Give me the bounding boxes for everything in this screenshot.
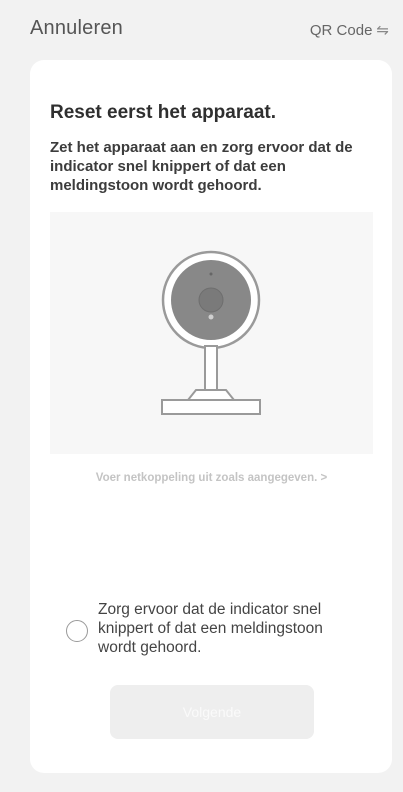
hint-link-text: Voer netkoppeling uit zoals aangegeven.	[95, 472, 318, 484]
device-illustration	[50, 212, 373, 454]
qr-code-label: QR Code	[309, 21, 373, 39]
page-title: Reset eerst het apparaat.	[50, 102, 276, 123]
swap-arrows-icon: ⇋	[376, 22, 389, 39]
confirm-row[interactable]: Zorg ervoor dat de indicator snel knippe…	[66, 600, 358, 657]
top-bar: Annuleren QR Code ⇋	[0, 0, 403, 58]
qr-code-button[interactable]: QR Code ⇋	[309, 21, 389, 40]
next-button[interactable]: Volgende	[110, 685, 314, 739]
instruction-text: Zet het apparaat aan en zorg ervoor dat …	[50, 139, 353, 194]
camera-illustration	[161, 250, 261, 415]
cancel-button[interactable]: Annuleren	[30, 17, 123, 40]
instruction-card: Reset eerst het apparaat. Zet het appara…	[30, 60, 392, 773]
chevron-right-icon: >	[320, 472, 328, 484]
confirm-text: Zorg ervoor dat de indicator snel knippe…	[98, 601, 323, 656]
confirm-radio[interactable]	[66, 620, 88, 642]
power-cycle-link[interactable]: Voer netkoppeling uit zoals aangegeven. …	[50, 472, 373, 484]
